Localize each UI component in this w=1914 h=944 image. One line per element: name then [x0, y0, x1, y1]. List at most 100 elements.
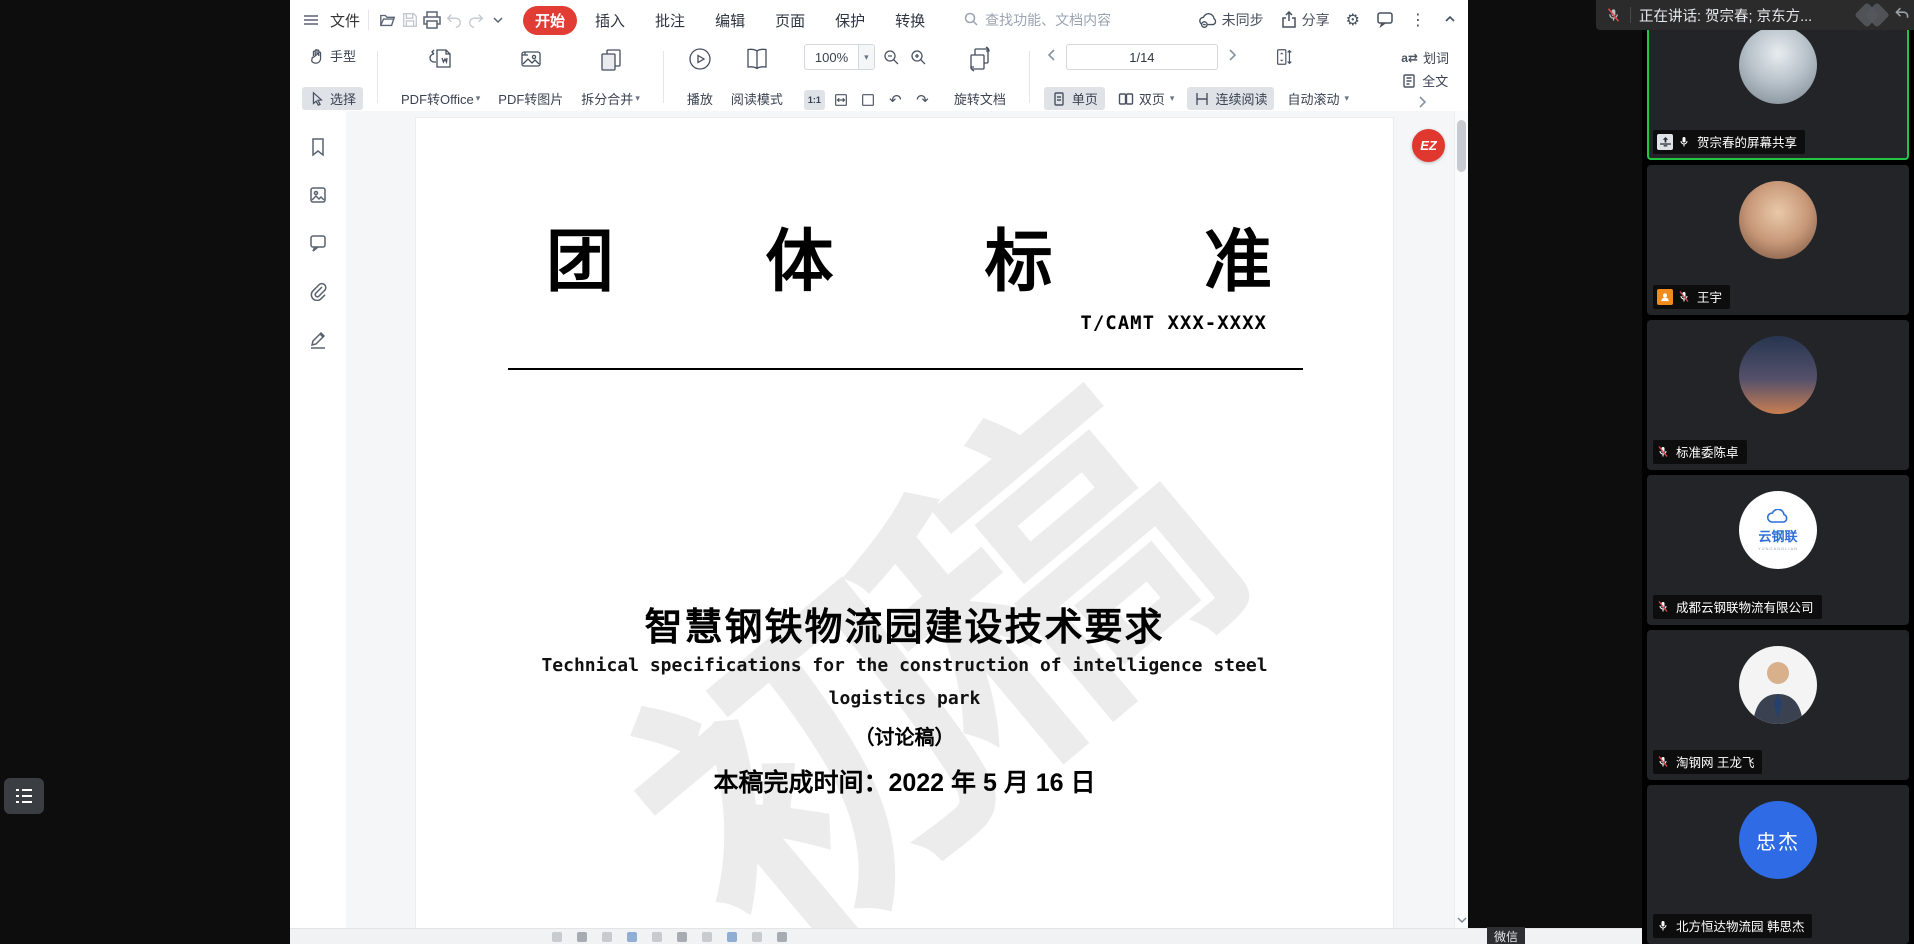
participant-tile[interactable]: 标准委陈卓	[1647, 320, 1909, 470]
bookmark-icon[interactable]	[308, 137, 328, 157]
rotate-left-icon[interactable]: ↶	[885, 90, 906, 110]
settings-gear-icon[interactable]: ⚙	[1346, 10, 1360, 30]
print-icon[interactable]	[421, 9, 443, 31]
actual-size-button[interactable]: 1:1	[804, 90, 825, 110]
taskbar-app-icon[interactable]	[677, 932, 687, 942]
rotate-doc-button[interactable]: 旋转文档	[945, 44, 1015, 110]
signature-icon[interactable]	[308, 329, 328, 349]
outline-panel-toggle[interactable]	[4, 778, 44, 814]
play-button[interactable]: 播放	[678, 44, 722, 110]
tab-edit[interactable]: 编辑	[703, 6, 757, 35]
open-file-icon[interactable]	[377, 9, 399, 31]
fit-page-icon[interactable]	[858, 90, 879, 110]
tab-page[interactable]: 页面	[763, 6, 817, 35]
tool-bar: 手型 选择 PDF转Office▾ PDF转图片 拆分合并▾	[290, 40, 1468, 117]
continuous-read-button[interactable]: 连续阅读	[1187, 87, 1274, 110]
hand-tool-button[interactable]: 手型	[302, 44, 363, 67]
select-tool-button[interactable]: 选择	[302, 87, 363, 110]
collapse-ribbon-icon[interactable]	[1442, 11, 1458, 30]
read-mode-label: 阅读模式	[731, 89, 783, 108]
doc-title: 智慧钢铁物流园建设技术要求	[416, 596, 1393, 651]
mic-muted-icon	[1678, 290, 1692, 304]
rotate-doc-label: 旋转文档	[954, 89, 1006, 108]
quickbar-more-icon[interactable]	[487, 9, 509, 31]
read-mode-button[interactable]: 阅读模式	[722, 44, 792, 110]
header-rule	[508, 368, 1303, 370]
participant-tile[interactable]: 忠杰 北方恒达物流园 韩思杰	[1647, 785, 1909, 944]
attachment-icon[interactable]	[308, 281, 328, 301]
host-badge-icon	[1657, 289, 1673, 305]
wps-float-badge[interactable]: EZ	[1412, 129, 1445, 162]
scrollbar-thumb[interactable]	[1457, 120, 1466, 172]
pdf-to-office-label: PDF转Office	[401, 89, 474, 108]
share-button[interactable]: 分享	[1280, 10, 1330, 30]
taskbar-app-icon[interactable]	[727, 932, 737, 942]
sync-status[interactable]: 未同步	[1198, 10, 1264, 30]
avatar	[1739, 646, 1817, 724]
header-char: 标	[985, 206, 1053, 305]
muted-mic-icon[interactable]	[1596, 7, 1630, 23]
vertical-scrollbar[interactable]	[1454, 111, 1468, 929]
single-page-button[interactable]: 单页	[1044, 87, 1105, 110]
sync-status-label: 未同步	[1222, 10, 1264, 30]
fulltext-translate-button[interactable]: 全文	[1394, 69, 1456, 92]
fit-width-icon[interactable]	[831, 90, 852, 110]
wps-pdf-window: 文件 开始 插入 批注 编辑 页面 保护 转换	[290, 0, 1468, 944]
pdf-to-image-button[interactable]: PDF转图片	[489, 44, 572, 110]
rotate-right-icon[interactable]: ↷	[912, 90, 933, 110]
thumbnail-icon[interactable]	[308, 185, 328, 205]
convert-group: PDF转Office▾ PDF转图片 拆分合并▾	[386, 42, 655, 112]
participant-tile[interactable]: 淘钢网 王龙飞	[1647, 630, 1909, 780]
page-indicator[interactable]: 1/14	[1066, 44, 1218, 70]
tab-convert[interactable]: 转换	[883, 6, 937, 35]
next-page-icon[interactable]	[1224, 47, 1240, 68]
taskbar-app-icon[interactable]	[777, 932, 787, 942]
taskbar-app-icon[interactable]	[652, 932, 662, 942]
pdf-to-image-label: PDF转图片	[498, 89, 563, 108]
file-menu[interactable]: 文件	[300, 9, 360, 31]
avatar	[1739, 26, 1817, 104]
word-translate-button[interactable]: a⇄ 划词	[1394, 46, 1456, 69]
taskbar-app-icon[interactable]	[752, 932, 762, 942]
mic-muted-icon	[1657, 445, 1671, 459]
avatar	[1739, 336, 1817, 414]
taskbar-app-icon[interactable]	[702, 932, 712, 942]
avatar-company-logo: 云钢联 YUNGANGLIAN	[1739, 491, 1817, 569]
tab-insert[interactable]: 插入	[583, 6, 637, 35]
taskbar-app-icon[interactable]	[552, 932, 562, 942]
caret-down-icon: ▾	[1170, 93, 1175, 104]
participant-tile[interactable]: 王宇	[1647, 165, 1909, 315]
participant-tile[interactable]: 云钢联 YUNGANGLIAN 成都云钢联物流有限公司	[1647, 475, 1909, 625]
tab-protect[interactable]: 保护	[823, 6, 877, 35]
zoom-in-icon[interactable]	[908, 47, 929, 67]
double-page-button[interactable]: 双页 ▾	[1111, 87, 1182, 110]
zoom-level-select[interactable]: 100% ▾	[804, 44, 875, 70]
save-icon[interactable]	[399, 9, 421, 31]
kebab-menu-icon[interactable]: ⋮	[1410, 10, 1426, 30]
taskbar-app-icon[interactable]	[627, 932, 637, 942]
chat-bubble-icon[interactable]	[1376, 10, 1394, 31]
participant-name: 标准委陈卓	[1676, 442, 1739, 461]
comment-icon[interactable]	[308, 233, 328, 253]
meeting-bar-controls[interactable]	[1866, 6, 1886, 24]
participant-tile-screen-share[interactable]: 贺宗春的屏幕共享	[1647, 10, 1909, 160]
participant-name: 淘钢网 王龙飞	[1676, 752, 1754, 771]
tab-comment[interactable]: 批注	[643, 6, 697, 35]
page-viewport[interactable]: 初稿 团 体 标 准 T/CAMT XXX-XXXX 智慧钢铁物流园建设技术要求…	[346, 111, 1454, 929]
taskbar-app-icon[interactable]	[602, 932, 612, 942]
auto-scroll-icon[interactable]	[1274, 47, 1295, 67]
auto-scroll-button[interactable]: 自动滚动 ▾	[1280, 87, 1356, 110]
prev-page-icon[interactable]	[1044, 47, 1060, 68]
zoom-out-icon[interactable]	[881, 47, 902, 67]
tab-home[interactable]: 开始	[523, 6, 577, 35]
undo-icon[interactable]	[443, 9, 465, 31]
taskbar-app-icon[interactable]	[577, 932, 587, 942]
redo-icon[interactable]	[465, 9, 487, 31]
participant-label: 标准委陈卓	[1653, 440, 1747, 464]
search-input[interactable]: 查找功能、文档内容	[963, 10, 1153, 30]
split-merge-button[interactable]: 拆分合并▾	[572, 44, 649, 110]
scroll-down-icon[interactable]	[1455, 916, 1468, 927]
restore-view-icon[interactable]	[1894, 5, 1910, 26]
view-mode-group: 播放 阅读模式	[672, 42, 798, 112]
pdf-to-office-button[interactable]: PDF转Office▾	[392, 44, 489, 110]
